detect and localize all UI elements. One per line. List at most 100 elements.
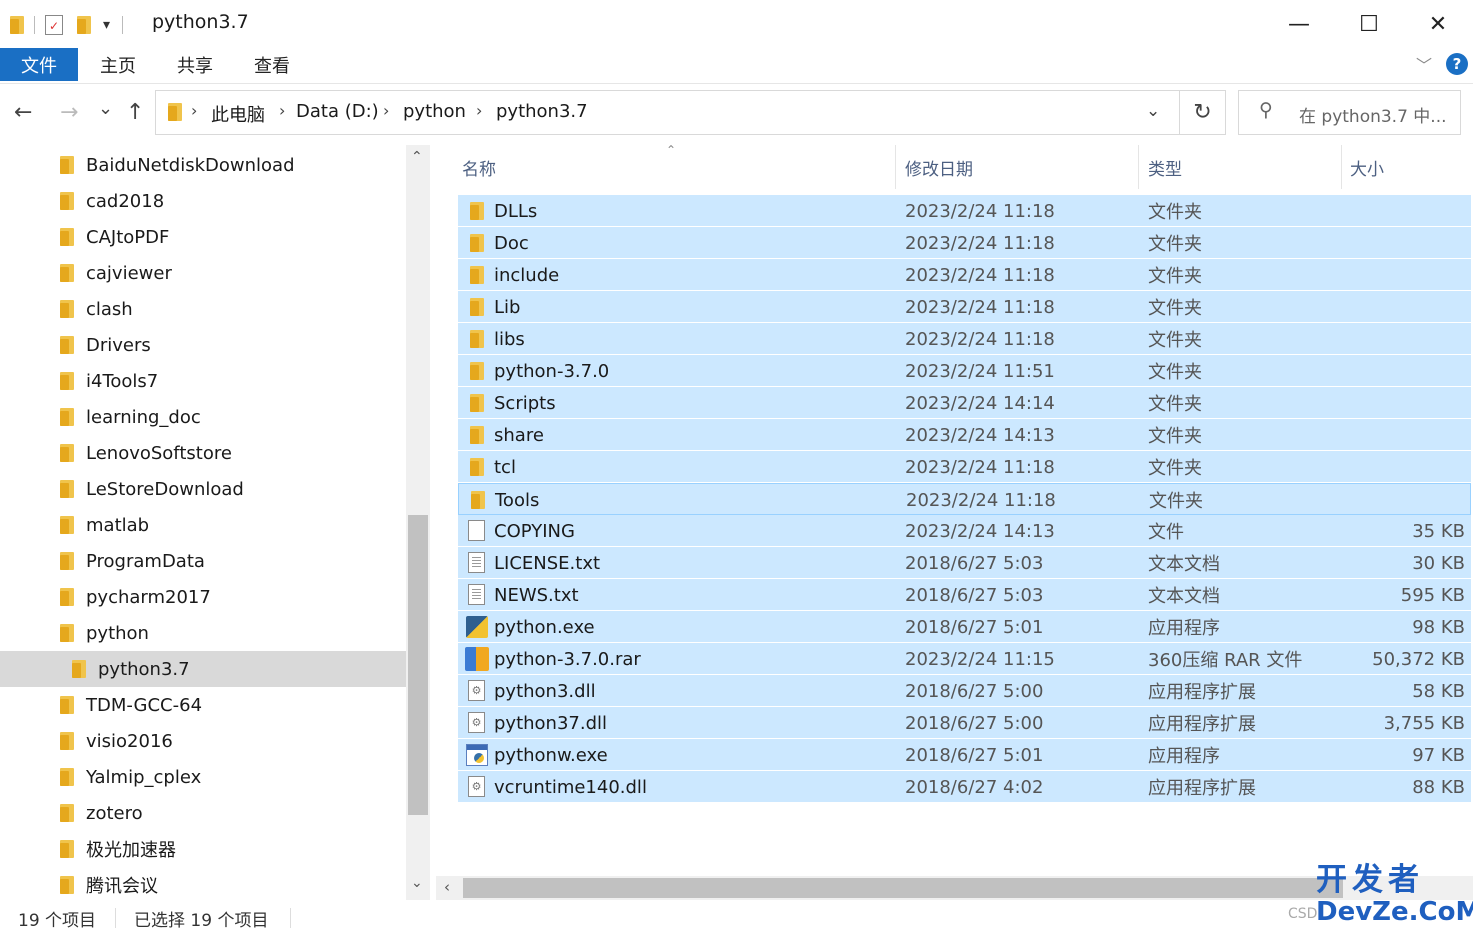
file-row[interactable]: python-3.7.0 2023/2/24 11:51 文件夹 [458, 355, 1471, 387]
file-row[interactable]: ⚙ vcruntime140.dll 2018/6/27 4:02 应用程序扩展 88 … [458, 771, 1471, 803]
folder-icon [60, 732, 74, 750]
file-row[interactable]: DLLs 2023/2/24 11:18 文件夹 [458, 195, 1471, 227]
tab-file[interactable]: 文件 [0, 48, 78, 81]
column-header-name[interactable]: 名称 [462, 145, 496, 189]
file-row[interactable]: Lib 2023/2/24 11:18 文件夹 [458, 291, 1471, 323]
folder-icon [60, 876, 74, 894]
nav-item[interactable]: python3.7 [0, 651, 406, 687]
file-name: vcruntime140.dll [494, 776, 647, 798]
breadcrumb-python37[interactable]: python3.7 [496, 101, 588, 122]
folder-icon [60, 588, 74, 606]
file-row[interactable]: python-3.7.0.rar 2023/2/24 11:15 360压缩 RAR… [458, 643, 1471, 675]
scroll-down-icon[interactable]: ⌄ [411, 875, 423, 891]
file-row[interactable]: python.exe 2018/6/27 5:01 应用程序 98 KB [458, 611, 1471, 643]
nav-item[interactable]: ProgramData [0, 543, 406, 579]
breadcrumb-data-drive[interactable]: Data (D:) [296, 101, 379, 122]
expand-ribbon-icon[interactable]: ﹀ [1416, 52, 1432, 76]
file-row[interactable]: libs 2023/2/24 11:18 文件夹 [458, 323, 1471, 355]
scrollbar-thumb[interactable] [463, 878, 1343, 898]
address-dropdown-icon[interactable]: ⌄ [1146, 101, 1160, 121]
file-size: 50,372 KB [1372, 648, 1465, 670]
search-box[interactable]: ⚲ 在 python3.7 中... [1238, 90, 1461, 135]
breadcrumb-separator[interactable]: › [476, 101, 482, 120]
nav-item[interactable]: BaiduNetdiskDownload [0, 147, 406, 183]
nav-item[interactable]: Yalmip_cplex [0, 759, 406, 795]
file-date: 2023/2/24 14:13 [905, 520, 1055, 542]
file-row[interactable]: Scripts 2023/2/24 14:14 文件夹 [458, 387, 1471, 419]
file-size: 58 KB [1412, 680, 1465, 702]
file-row[interactable]: share 2023/2/24 14:13 文件夹 [458, 419, 1471, 451]
maximize-button[interactable]: ☐ [1334, 0, 1404, 48]
nav-item[interactable]: cajviewer [0, 255, 406, 291]
file-type: 文件夹 [1148, 362, 1202, 383]
tab-view[interactable]: 查看 [242, 48, 302, 81]
file-row[interactable]: ⚙ python3.dll 2018/6/27 5:00 应用程序扩展 58 KB [458, 675, 1471, 707]
minimize-button[interactable]: — [1264, 0, 1334, 48]
column-divider[interactable] [1341, 145, 1342, 189]
help-icon[interactable]: ? [1446, 53, 1468, 75]
nav-item[interactable]: matlab [0, 507, 406, 543]
file-date: 2018/6/27 5:00 [905, 680, 1044, 702]
nav-item[interactable]: 腾讯会议 [0, 867, 406, 900]
nav-item[interactable]: LeStoreDownload [0, 471, 406, 507]
file-name: Lib [494, 296, 521, 318]
nav-item[interactable]: Drivers [0, 327, 406, 363]
breadcrumb-separator[interactable]: › [191, 101, 197, 120]
folder-icon [470, 266, 484, 284]
breadcrumb-separator[interactable]: › [279, 101, 285, 120]
nav-item[interactable]: python [0, 615, 406, 651]
breadcrumb-this-pc[interactable]: 此电脑 [211, 101, 265, 127]
file-row[interactable]: ⚙ python37.dll 2018/6/27 5:00 应用程序扩展 3,755 K… [458, 707, 1471, 739]
nav-item[interactable]: CAJtoPDF [0, 219, 406, 255]
column-divider[interactable] [895, 145, 896, 189]
close-button[interactable]: ✕ [1403, 0, 1473, 48]
file-name: share [494, 424, 544, 446]
nav-item[interactable]: clash [0, 291, 406, 327]
file-row[interactable]: Tools 2023/2/24 11:18 文件夹 [458, 483, 1471, 515]
file-row[interactable]: Doc 2023/2/24 11:18 文件夹 [458, 227, 1471, 259]
forward-button[interactable]: → [60, 100, 78, 125]
file-date: 2023/2/24 11:15 [905, 648, 1055, 670]
tab-share[interactable]: 共享 [165, 48, 225, 81]
nav-item[interactable]: cad2018 [0, 183, 406, 219]
file-row[interactable]: COPYING 2023/2/24 14:13 文件 35 KB [458, 515, 1471, 547]
refresh-button[interactable]: ↻ [1180, 90, 1226, 135]
new-folder-icon[interactable] [77, 16, 91, 34]
nav-item[interactable]: pycharm2017 [0, 579, 406, 615]
properties-icon[interactable]: ✓ [45, 15, 63, 35]
recent-locations-button[interactable]: ⌄ [98, 98, 113, 119]
breadcrumb-separator[interactable]: › [383, 101, 389, 120]
nav-item-label: CAJtoPDF [86, 226, 170, 248]
nav-item[interactable]: TDM-GCC-64 [0, 687, 406, 723]
tab-home[interactable]: 主页 [88, 48, 148, 81]
column-header-date[interactable]: 修改日期 [905, 145, 973, 189]
nav-item[interactable]: learning_doc [0, 399, 406, 435]
search-input[interactable]: 在 python3.7 中... [1299, 102, 1447, 127]
file-row[interactable]: LICENSE.txt 2018/6/27 5:03 文本文档 30 KB [458, 547, 1471, 579]
scroll-left-icon[interactable]: ‹ [444, 878, 450, 896]
column-header-type[interactable]: 类型 [1148, 145, 1182, 189]
column-header-size[interactable]: 大小 [1350, 145, 1384, 189]
nav-item-label: clash [86, 298, 133, 320]
nav-item[interactable]: zotero [0, 795, 406, 831]
file-row[interactable]: NEWS.txt 2018/6/27 5:03 文本文档 595 KB [458, 579, 1471, 611]
nav-item-label: cad2018 [86, 190, 165, 212]
navigation-scrollbar[interactable]: ⌃ ⌄ [406, 145, 430, 900]
breadcrumb-python[interactable]: python [403, 101, 466, 122]
nav-item[interactable]: visio2016 [0, 723, 406, 759]
scroll-up-icon[interactable]: ⌃ [411, 149, 423, 165]
up-button[interactable]: ↑ [126, 100, 144, 125]
back-button[interactable]: ← [14, 100, 32, 125]
scrollbar-thumb[interactable] [408, 515, 428, 815]
file-row[interactable]: include 2023/2/24 11:18 文件夹 [458, 259, 1471, 291]
column-divider[interactable] [1138, 145, 1139, 189]
nav-item[interactable]: 极光加速器 [0, 831, 406, 867]
file-row[interactable]: pythonw.exe 2018/6/27 5:01 应用程序 97 KB [458, 739, 1471, 771]
nav-item[interactable]: LenovoSoftstore [0, 435, 406, 471]
file-row[interactable]: tcl 2023/2/24 11:18 文件夹 [458, 451, 1471, 483]
address-bar[interactable]: › 此电脑 › Data (D:) › python › python3.7 ⌄ [155, 90, 1180, 135]
nav-item[interactable]: i4Tools7 [0, 363, 406, 399]
folder-icon [470, 298, 484, 316]
customize-toolbar-button[interactable]: ▾ [103, 17, 110, 33]
file-name: NEWS.txt [494, 584, 579, 606]
